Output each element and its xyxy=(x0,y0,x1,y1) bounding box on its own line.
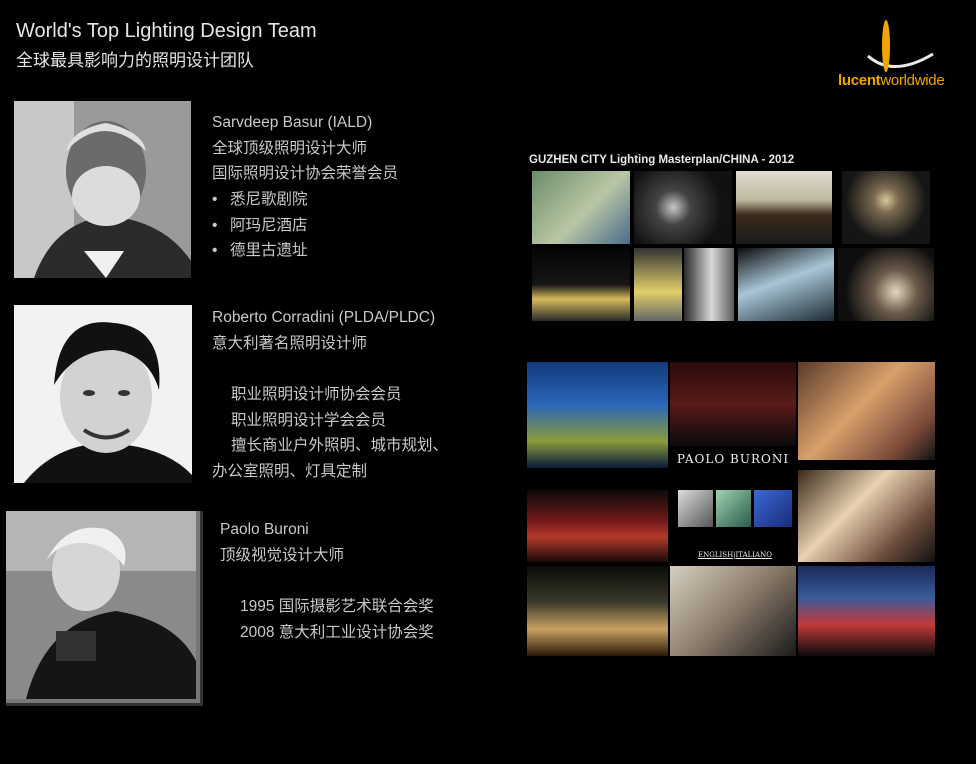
bio-line: 职业照明设计师协会会员 xyxy=(231,386,402,404)
bio-line: 办公室照明、灯具定制 xyxy=(212,463,368,481)
bio-line: 顶级视觉设计大师 xyxy=(220,546,345,564)
stage-crowd-photo xyxy=(798,566,935,656)
bio-spacer xyxy=(212,356,448,382)
bio-line: 职业照明设计学会会员 xyxy=(231,411,387,429)
project-bullet: 德里古遗址 xyxy=(212,238,398,264)
project-bullet: 阿玛尼酒店 xyxy=(212,213,398,239)
render-photo xyxy=(684,248,734,321)
bio-paolo-buroni: Paolo Buroni 顶级视觉设计大师 1995 国际摄影艺术联合会奖 20… xyxy=(220,517,434,645)
illuminated-facade-photo xyxy=(798,470,935,562)
bio-line: 意大利著名照明设计师 xyxy=(212,334,368,352)
project-bullet: 悉尼歌剧院 xyxy=(212,187,398,213)
masterplan-sketch-photo xyxy=(532,171,630,244)
portrait-sarvdeep-basur xyxy=(14,101,191,278)
page-subtitle: 全球最具影响力的照明设计团队 xyxy=(16,51,254,70)
projection-building-photo xyxy=(527,362,668,468)
presentation-photo xyxy=(670,566,796,656)
award-line: 1995 国际摄影艺术联合会奖 xyxy=(240,598,434,616)
lucent-worldwide-logo: lucentworldwide xyxy=(838,16,948,96)
collage-title: GUZHEN CITY Lighting Masterplan/CHINA - … xyxy=(529,154,795,166)
crowd-projection-photo xyxy=(527,566,668,656)
bio-spacer xyxy=(220,568,434,594)
fresco-projection-photo xyxy=(798,362,935,460)
night-event-photo xyxy=(527,490,668,562)
render-photo xyxy=(532,248,630,321)
stage-photo xyxy=(670,362,796,446)
designer-name: Roberto Corradini (PLDA/PLDC) xyxy=(212,309,436,326)
logo-wordmark: lucentworldwide xyxy=(838,72,945,89)
bio-sarvdeep-basur: Sarvdeep Basur (IALD) 全球顶级照明设计大师 国际照明设计协… xyxy=(212,110,398,264)
bio-line: 全球顶级照明设计大师 xyxy=(212,139,368,157)
render-photo xyxy=(838,248,934,321)
language-selector-caption: ENGLISH|ITALIANO xyxy=(698,551,772,559)
bio-roberto-corradini: Roberto Corradini (PLDA/PLDC) 意大利著名照明设计师… xyxy=(212,305,448,485)
paolo-buroni-caption: PAOLO BURONI xyxy=(676,452,790,466)
mask-thumbnail xyxy=(716,490,751,527)
aerial-night-photo xyxy=(842,171,930,244)
award-line: 2008 意大利工业设计协会奖 xyxy=(240,623,434,641)
designer-name: Sarvdeep Basur (IALD) xyxy=(212,114,373,131)
mask-thumbnail xyxy=(754,490,792,527)
render-photo xyxy=(738,248,834,321)
page-title: World's Top Lighting Design Team xyxy=(16,20,317,42)
night-map-photo xyxy=(634,171,732,244)
bio-line: 国际照明设计协会荣誉会员 xyxy=(212,165,399,183)
portrait-roberto-corradini xyxy=(14,305,192,483)
designer-name: Paolo Buroni xyxy=(220,521,309,538)
portrait-paolo-buroni xyxy=(6,511,203,706)
logo-mark-icon xyxy=(867,20,934,72)
bio-line: 擅长商业户外照明、城市规划、 xyxy=(231,437,449,455)
render-photo xyxy=(634,248,682,321)
meeting-photo xyxy=(736,171,832,244)
mask-thumbnail xyxy=(678,490,713,527)
